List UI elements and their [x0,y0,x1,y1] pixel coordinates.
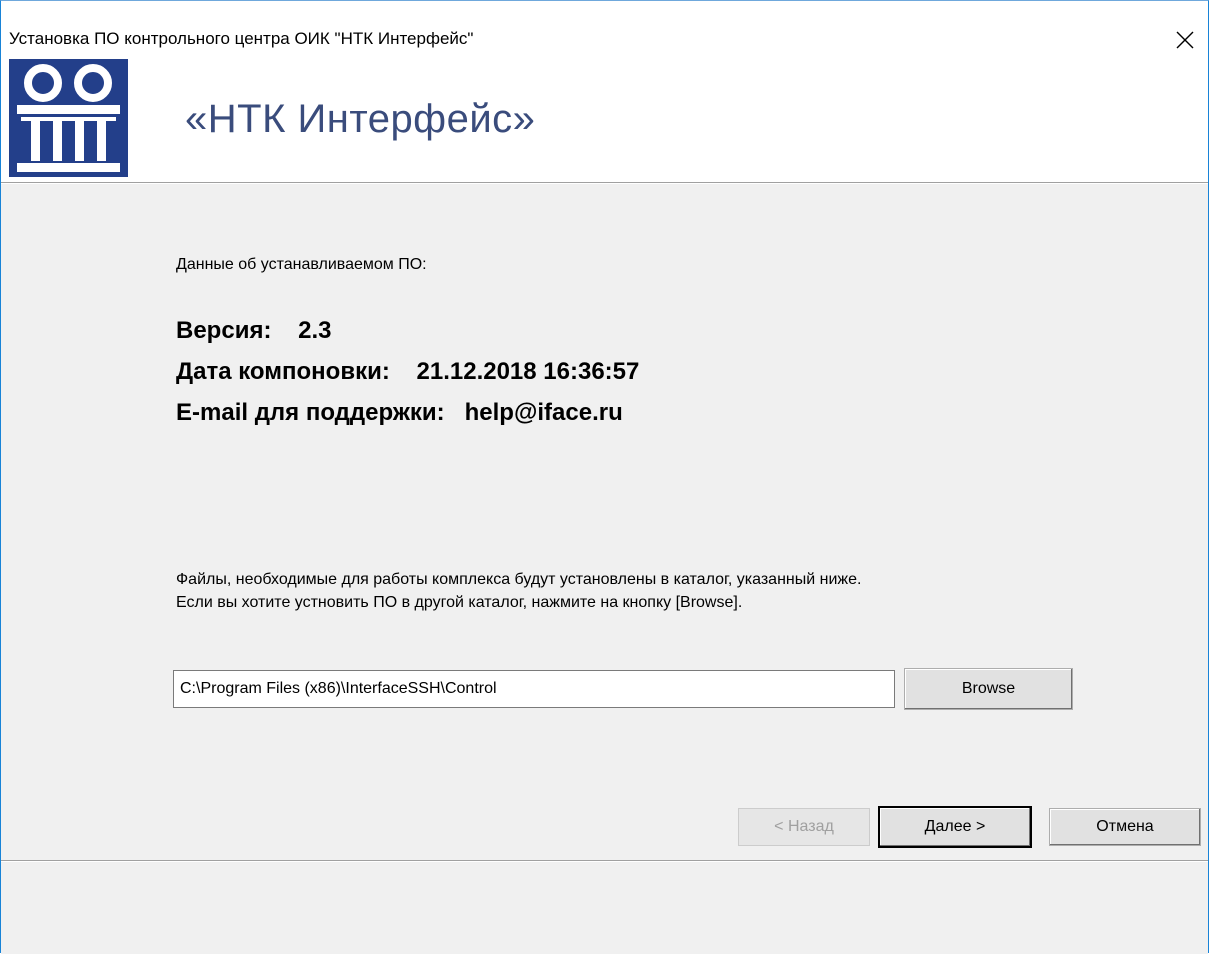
footer-panel [1,862,1208,954]
window-title: Установка ПО контрольного центра ОИК "НТ… [9,29,474,48]
next-button[interactable]: Далее > [878,806,1032,848]
install-description: Файлы, необходимые для работы комплекса … [176,571,862,611]
brand-title: «НТК Интерфейс» [185,97,536,141]
header-band [1,53,1208,180]
version-line: Версия: 2.3 [176,317,332,344]
content-panel [1,184,1208,860]
software-info-label: Данные об устанавливаемом ПО: [176,256,427,273]
install-path-input[interactable] [173,670,895,708]
support-email-line: E-mail для поддержки: help@iface.ru [176,399,623,426]
back-button[interactable]: < Назад [738,808,870,846]
installer-window: Установка ПО контрольного центра ОИК "НТ… [0,0,1209,954]
browse-button[interactable]: Browse [904,668,1073,710]
title-bar: Установка ПО контрольного центра ОИК "НТ… [1,1,1208,51]
close-button[interactable] [1168,23,1202,57]
cancel-button[interactable]: Отмена [1049,808,1201,846]
ntk-logo-icon [9,59,128,177]
close-icon [1176,31,1194,49]
build-date-line: Дата компоновки: 21.12.2018 16:36:57 [176,358,640,385]
